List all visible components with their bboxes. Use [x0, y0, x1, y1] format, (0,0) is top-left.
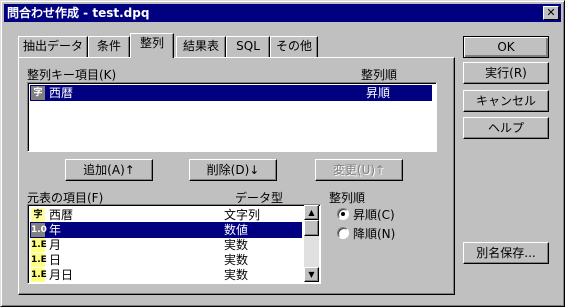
list-item[interactable]: 字 西暦 文字列 [30, 207, 302, 223]
item-type: 実数 [224, 268, 249, 282]
close-button[interactable]: ✕ [543, 6, 559, 20]
tab-conditions[interactable]: 条件 [88, 36, 130, 57]
arrow-down-icon: ▼ [308, 270, 315, 279]
list-item[interactable]: 1.E 月 実数 [30, 237, 302, 253]
tab-result-table[interactable]: 結果表 [176, 36, 226, 57]
change-button[interactable]: 変更(U)↑ [315, 159, 403, 181]
help-button[interactable]: ヘルプ [463, 117, 549, 139]
real-type-icon: 1.E [31, 268, 47, 282]
list-item[interactable]: 1.E 月日 実数 [30, 267, 302, 283]
execute-button[interactable]: 実行(R) [463, 62, 549, 84]
close-icon: ✕ [546, 6, 556, 19]
radio-selected-dot [341, 212, 345, 216]
sort-key-list[interactable]: 字 西暦 昇順 [27, 82, 437, 152]
tab-label: 結果表 [182, 39, 219, 53]
tab-sort[interactable]: 整列 [130, 33, 174, 58]
item-name: 月日 [49, 268, 74, 282]
ok-button[interactable]: OK [463, 36, 549, 58]
sort-order-group-label: 整列順 [329, 191, 366, 205]
descending-label[interactable]: 降順(N) [353, 225, 395, 242]
item-name: 月 [49, 238, 62, 252]
add-button[interactable]: 追加(A)↑ [65, 159, 153, 181]
tab-label: 抽出データ [22, 39, 83, 53]
tab-label: その他 [275, 39, 312, 53]
tab-sql[interactable]: SQL [226, 36, 270, 57]
real-type-icon: 1.E [31, 238, 47, 252]
sort-tab-panel: 整列キー項目(K) 整列順 字 西暦 昇順 追加(A)↑ 削除(D)↓ 変更(U… [18, 57, 455, 295]
item-name: 西暦 [49, 208, 74, 222]
item-type: 実数 [224, 238, 249, 252]
title-bar[interactable]: 問合わせ作成 - test.dpq ✕ [4, 4, 561, 22]
descending-radio[interactable] [337, 227, 349, 239]
item-name: 年 [49, 223, 62, 237]
save-as-button[interactable]: 別名保存... [463, 242, 549, 264]
list-item[interactable]: 1.E 日 実数 [30, 252, 302, 268]
list-item[interactable]: 1.0 年 数値 [30, 222, 302, 238]
item-type: 文字列 [224, 208, 261, 222]
list-item[interactable]: 字 西暦 昇順 [30, 85, 432, 101]
tab-label: SQL [236, 39, 260, 53]
tab-other[interactable]: その他 [270, 36, 318, 57]
string-type-icon: 字 [31, 208, 45, 222]
real-type-icon: 1.E [31, 253, 47, 267]
tab-label: 整列 [139, 36, 164, 50]
query-builder-dialog: 問合わせ作成 - test.dpq ✕ 抽出データ 条件 整列 結果表 SQL … [0, 0, 565, 307]
sort-order-column-label: 整列順 [361, 68, 398, 82]
scroll-thumb[interactable] [304, 220, 319, 236]
window-title: 問合わせ作成 - test.dpq [7, 6, 150, 20]
arrow-up-icon: ▲ [308, 208, 315, 217]
tab-label: 条件 [96, 39, 121, 53]
scroll-up-button[interactable]: ▲ [304, 205, 319, 220]
string-type-icon: 字 [31, 86, 45, 100]
scroll-down-button[interactable]: ▼ [304, 267, 319, 282]
item-type: 実数 [224, 253, 249, 267]
sort-key-name: 西暦 [49, 86, 74, 100]
item-type: 数値 [224, 223, 249, 237]
item-name: 日 [49, 253, 62, 267]
delete-button[interactable]: 削除(D)↓ [189, 159, 277, 181]
ascending-label[interactable]: 昇順(C) [353, 206, 395, 223]
numeric-type-icon: 1.0 [31, 223, 47, 237]
sort-key-items-label: 整列キー項目(K) [27, 68, 117, 82]
vertical-scrollbar[interactable]: ▲ ▼ [304, 205, 319, 282]
cancel-button[interactable]: キャンセル [463, 90, 549, 112]
ascending-radio[interactable] [337, 208, 349, 220]
tab-extract-data[interactable]: 抽出データ [18, 36, 88, 57]
sort-key-order: 昇順 [366, 86, 391, 100]
source-item-list[interactable]: 字 西暦 文字列 1.0 年 数値 1.E 月 実数 1.E 日 実数 1.E [27, 204, 321, 284]
